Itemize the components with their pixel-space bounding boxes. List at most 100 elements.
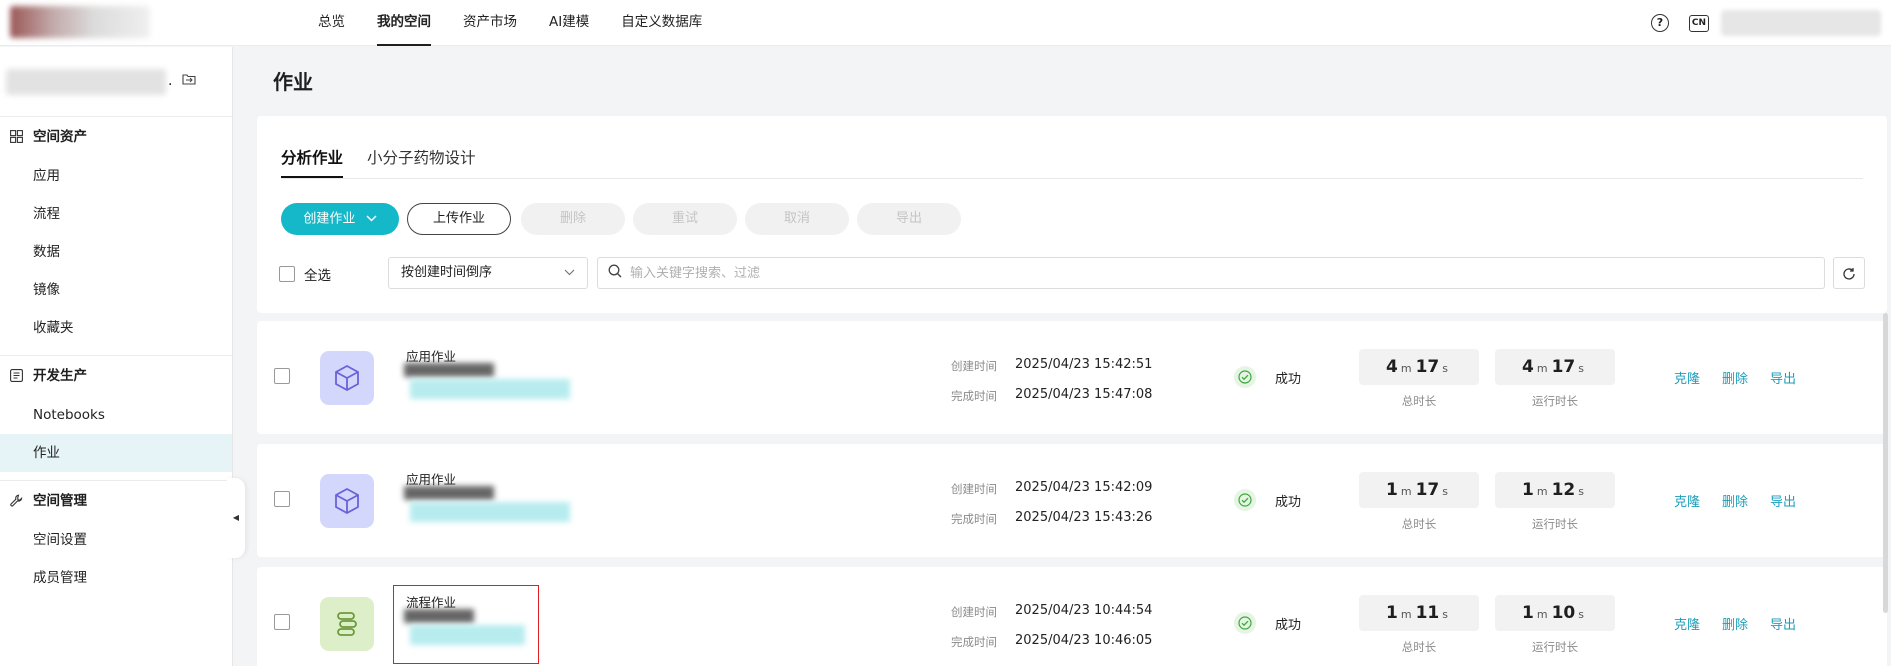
job-name-redacted[interactable] <box>404 363 574 403</box>
app-job-icon <box>320 474 374 528</box>
sidebar-item-favorites[interactable]: 收藏夹 <box>0 309 232 347</box>
job-name-redacted[interactable] <box>404 486 574 526</box>
finished-time: 2025/04/23 10:46:05 <box>1015 633 1153 648</box>
delete-button[interactable]: 删除 <box>521 203 625 235</box>
group-title-dev-production: 开发生产 <box>0 356 232 396</box>
job-row[interactable]: 应用作业 创建时间 2025/04/23 15:42:51 完成时间 2025/… <box>257 321 1887 434</box>
row-checkbox[interactable] <box>274 614 290 630</box>
space-name <box>6 69 166 95</box>
group-title-space-management: 空间管理 <box>0 481 232 521</box>
clone-link[interactable]: 克隆 <box>1674 368 1700 387</box>
created-time: 2025/04/23 15:42:51 <box>1015 357 1153 372</box>
flow-job-icon <box>320 597 374 651</box>
select-all-label: 全选 <box>304 268 331 284</box>
finished-time: 2025/04/23 15:47:08 <box>1015 387 1153 402</box>
group-label: 开发生产 <box>33 368 87 384</box>
job-tabs: 分析作业 小分子药物设计 <box>281 146 500 178</box>
top-nav: 总览 我的空间 资产市场 AI建模 自定义数据库 <box>318 0 734 46</box>
created-time: 2025/04/23 15:42:09 <box>1015 480 1153 495</box>
sidebar-item-apps[interactable]: 应用 <box>0 157 232 195</box>
sidebar-item-space-settings[interactable]: 空间设置 <box>0 521 232 559</box>
created-label: 创建时间 <box>951 605 997 619</box>
sidebar-item-data[interactable]: 数据 <box>0 233 232 271</box>
run-duration-label: 运行时长 <box>1532 517 1578 531</box>
sort-select[interactable]: 按创建时间倒序 <box>388 257 588 289</box>
tabs-divider <box>281 178 1863 179</box>
language-icon[interactable]: CN <box>1689 14 1709 32</box>
wrench-icon <box>10 494 24 508</box>
retry-button[interactable]: 重试 <box>633 203 737 235</box>
clone-link[interactable]: 克隆 <box>1674 614 1700 633</box>
logo[interactable] <box>10 6 150 38</box>
row-checkbox[interactable] <box>274 368 290 384</box>
sidebar-collapse-handle[interactable]: ◀ <box>227 478 245 558</box>
space-name-ellipsis: . <box>168 73 173 89</box>
app-job-icon <box>320 351 374 405</box>
sidebar-item-notebooks[interactable]: Notebooks <box>0 396 232 434</box>
total-duration: 1 m 17 s <box>1359 472 1479 508</box>
sort-select-value: 按创建时间倒序 <box>401 265 493 280</box>
select-all-checkbox[interactable] <box>279 266 295 282</box>
clone-link[interactable]: 克隆 <box>1674 491 1700 510</box>
jobs-toolbar-card: 分析作业 小分子药物设计 创建作业 上传作业 删除 重试 取消 导出 全选 按创… <box>257 116 1887 313</box>
success-check-icon <box>1234 366 1256 388</box>
delete-link[interactable]: 删除 <box>1722 614 1748 633</box>
tab-analysis-jobs[interactable]: 分析作业 <box>281 146 344 178</box>
export-link[interactable]: 导出 <box>1770 614 1796 633</box>
sidebar-item-flows[interactable]: 流程 <box>0 195 232 233</box>
created-label: 创建时间 <box>951 359 997 373</box>
success-check-icon <box>1234 489 1256 511</box>
export-link[interactable]: 导出 <box>1770 491 1796 510</box>
space-selector[interactable]: . <box>0 47 232 117</box>
refresh-button[interactable] <box>1833 257 1865 289</box>
upload-job-button[interactable]: 上传作业 <box>407 203 511 235</box>
status-text: 成功 <box>1275 618 1302 633</box>
export-button[interactable]: 导出 <box>857 203 961 235</box>
cancel-button[interactable]: 取消 <box>745 203 849 235</box>
job-row[interactable]: 应用作业 创建时间 2025/04/23 15:42:09 完成时间 2025/… <box>257 444 1887 557</box>
switch-space-icon[interactable] <box>182 73 196 89</box>
delete-link[interactable]: 删除 <box>1722 368 1748 387</box>
sidebar-item-images[interactable]: 镜像 <box>0 271 232 309</box>
create-job-button[interactable]: 创建作业 <box>281 203 399 235</box>
tab-small-molecule-design[interactable]: 小分子药物设计 <box>367 146 476 178</box>
run-duration: 4 m 17 s <box>1495 349 1615 385</box>
export-link[interactable]: 导出 <box>1770 368 1796 387</box>
grid-icon <box>10 130 24 144</box>
nav-custom-database[interactable]: 自定义数据库 <box>621 0 702 46</box>
group-label: 空间管理 <box>33 493 87 509</box>
total-duration-label: 总时长 <box>1401 517 1437 531</box>
finished-label: 完成时间 <box>951 512 997 526</box>
search-box <box>597 257 1825 289</box>
nav-asset-market[interactable]: 资产市场 <box>463 0 517 46</box>
user-account[interactable] <box>1721 10 1881 36</box>
finished-label: 完成时间 <box>951 635 997 649</box>
search-input[interactable] <box>630 265 1730 281</box>
nav-my-space[interactable]: 我的空间 <box>377 0 431 46</box>
refresh-icon <box>1842 263 1856 282</box>
run-duration-label: 运行时长 <box>1532 394 1578 408</box>
top-right-tools: ? CN <box>1651 0 1891 46</box>
nav-ai-modeling[interactable]: AI建模 <box>549 0 589 46</box>
sidebar: . 空间资产 应用 流程 数据 镜像 收藏夹 开发生产 Notebooks 作业 <box>0 47 233 666</box>
job-row[interactable]: 流程作业 创建时间 2025/04/23 10:44:54 完成时间 2025/… <box>257 567 1887 666</box>
success-check-icon <box>1234 612 1256 634</box>
top-bar: 总览 我的空间 资产市场 AI建模 自定义数据库 ? CN <box>0 0 1891 46</box>
group-space-management: 空间管理 空间设置 成员管理 <box>0 481 232 605</box>
delete-link[interactable]: 删除 <box>1722 491 1748 510</box>
sidebar-item-member-management[interactable]: 成员管理 <box>0 559 232 597</box>
created-time: 2025/04/23 10:44:54 <box>1015 603 1153 618</box>
help-icon[interactable]: ? <box>1651 14 1669 32</box>
finished-label: 完成时间 <box>951 389 997 403</box>
total-duration-label: 总时长 <box>1401 394 1437 408</box>
group-space-assets: 空间资产 应用 流程 数据 镜像 收藏夹 <box>0 117 232 356</box>
finished-time: 2025/04/23 15:43:26 <box>1015 510 1153 525</box>
total-duration: 1 m 11 s <box>1359 595 1479 631</box>
scrollbar[interactable] <box>1883 313 1888 613</box>
sidebar-item-jobs[interactable]: 作业 <box>0 434 232 472</box>
row-checkbox[interactable] <box>274 491 290 507</box>
nav-overview[interactable]: 总览 <box>318 0 345 46</box>
group-label: 空间资产 <box>33 129 87 145</box>
search-icon <box>608 264 622 282</box>
status-text: 成功 <box>1275 495 1302 510</box>
